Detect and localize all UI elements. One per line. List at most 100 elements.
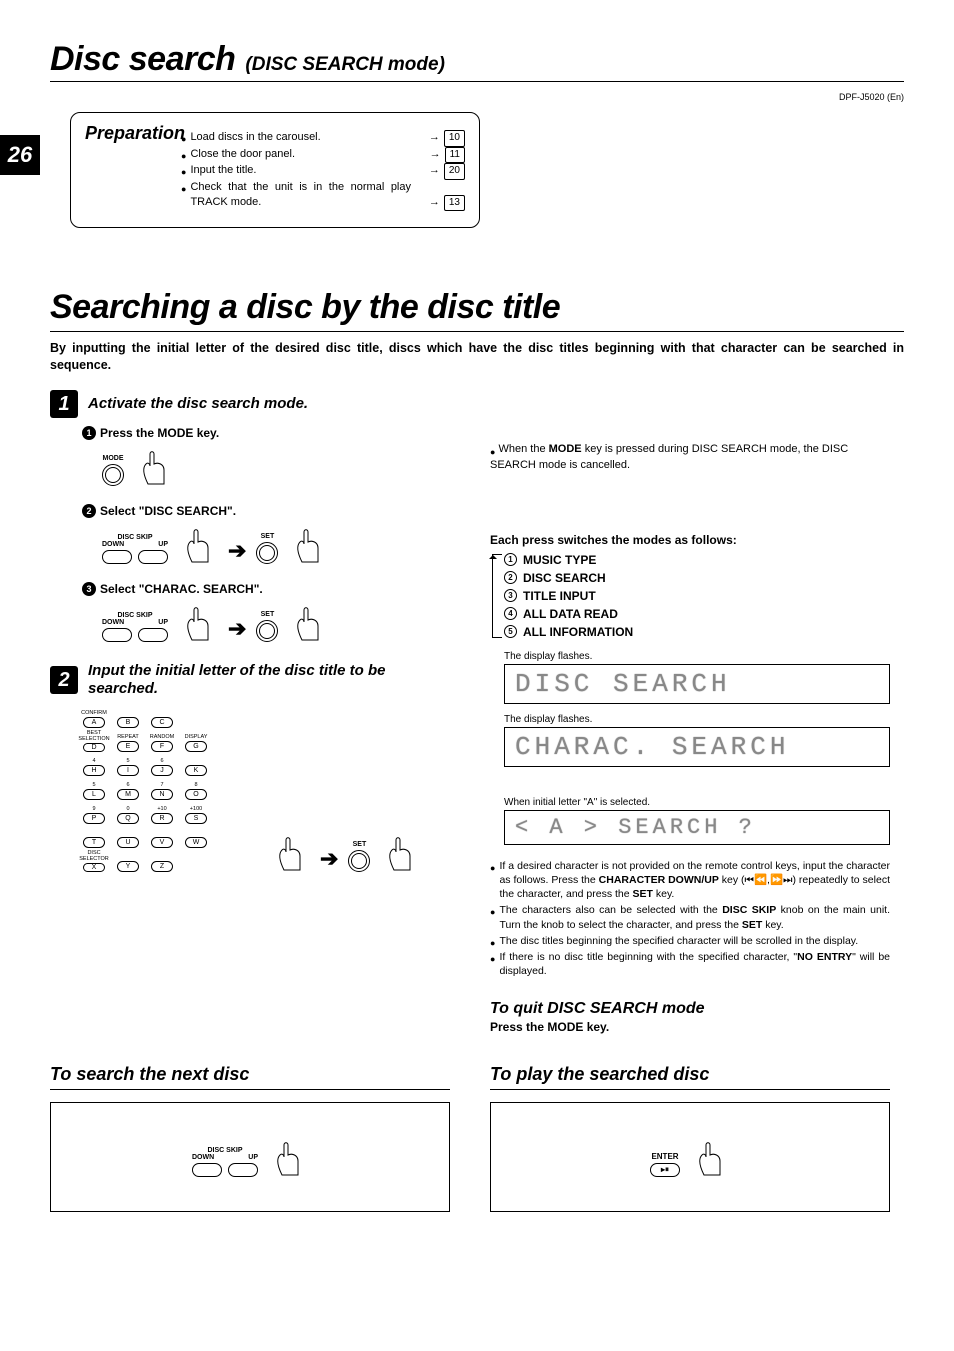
preparation-box: Preparation ●Load discs in the carousel.… [70,112,480,228]
down-label: DOWN [102,619,124,626]
keypad-key: T [80,828,108,848]
tip-text: If there is no disc title beginning with… [499,950,890,978]
set-button-art: SET [348,841,370,872]
button-label: SET [261,611,275,618]
group-label: DISC SKIP [117,534,152,541]
initial-letter-label: When initial letter "A" is selected. [504,797,890,808]
mode-cycle-block: Each press switches the modes as follows… [490,533,890,767]
substep: 2 Select "DISC SEARCH". DISC SKIP DOWNUP… [82,504,450,564]
substep-number: 1 [82,426,96,440]
substep: 1 Press the MODE key. MODE [82,426,450,486]
tip-text: The disc titles beginning the specified … [499,934,858,948]
illustration-box: ENTER ▸⏸ [490,1102,890,1212]
keypad-key: 6J [148,756,176,776]
page-ref: 20 [444,163,465,180]
up-label: UP [248,1154,258,1161]
keypad-key: DISC SELECTORX [80,852,108,872]
down-label: DOWN [192,1154,214,1161]
left-column: 1 Activate the disc search mode. 1 Press… [50,390,450,1034]
group-label: DISC SKIP [117,612,152,619]
up-button-icon [138,550,168,564]
page-title-mode: (DISC SEARCH mode) [245,54,445,76]
substep: 3 Select "CHARAC. SEARCH". DISC SKIP DOW… [82,582,450,642]
search-next-block: To search the next disc DISC SKIP DOWN UP [50,1064,450,1212]
page-ref: 11 [445,147,465,164]
keypad-key: RANDOMF [148,732,176,752]
step-badge: 1 [50,390,78,418]
arrow-icon: → [429,195,440,211]
prep-text: Close the door panel. [190,147,295,163]
keypad-key: 4H [80,756,108,776]
arrow-icon: → [429,163,440,179]
keypad-key: 6M [114,780,142,800]
substep-text: Select "DISC SEARCH". [100,504,236,518]
mode-item: 5ALL INFORMATION [504,623,890,641]
keypad-key: 9P [80,804,108,824]
hand-press-icon [178,524,218,564]
page-ref: 10 [444,130,465,147]
keypad-key: C [148,708,176,728]
button-label: SET [353,841,367,848]
tips-block: ●If a desired character is not provided … [490,859,890,978]
up-label: UP [158,541,168,548]
round-button-icon [102,464,124,486]
down-button-icon [192,1163,222,1177]
mode-item: 3TITLE INPUT [504,587,890,605]
lcd-display: < A > SEARCH ? [504,810,890,845]
prep-text: Load discs in the carousel. [190,130,320,146]
keypad-key: REPEATE [114,732,142,752]
down-button-icon [102,628,132,642]
tip-text: The characters also can be selected with… [499,903,890,931]
keypad-key: +10R [148,804,176,824]
enter-button-art: ENTER ▸⏸ [650,1152,680,1177]
model-label: DPF-J5020 (En) [50,92,904,102]
quit-body: Press the MODE key. [490,1020,890,1034]
button-label: ENTER [651,1152,678,1161]
up-button-icon [228,1163,258,1177]
play-pause-icon: ▸⏸ [650,1163,680,1177]
modes-title: Each press switches the modes as follows… [490,533,890,547]
round-button-icon [348,850,370,872]
arrow-icon: → [429,130,440,146]
keypad-key: +100S [182,804,210,824]
keypad-key: 8O [182,780,210,800]
up-button-icon [138,628,168,642]
arrow-icon: → [430,147,441,163]
hand-press-icon [178,602,218,642]
lcd-display: CHARAC. SEARCH [504,727,890,767]
page: 26 Disc search (DISC SEARCH mode) DPF-J5… [0,0,954,1351]
keypad-key [182,852,210,872]
step-1-header: 1 Activate the disc search mode. [50,390,450,418]
hand-press-icon [690,1137,730,1177]
keypad-key: 5L [80,780,108,800]
round-button-icon [256,542,278,564]
prep-text: Input the title. [190,163,256,179]
page-number-tab: 26 [0,135,40,175]
arrow-right-icon: ➔ [320,846,338,872]
down-label: DOWN [102,541,124,548]
group-label: DISC SKIP [207,1147,242,1154]
mode-item: 4ALL DATA READ [504,605,890,623]
play-searched-block: To play the searched disc ENTER ▸⏸ [490,1064,890,1212]
block-title: To search the next disc [50,1064,450,1085]
keypad-key: CONFIRMA [80,708,108,728]
page-title: Disc search [50,40,235,79]
down-button-icon [102,550,132,564]
substep-text: Press the MODE key. [100,426,219,440]
prep-text: Check that the unit is in the normal pla… [190,180,411,212]
lcd-display: DISC SEARCH [504,664,890,704]
right-column: ● When the MODE key is pressed during DI… [490,390,890,1034]
substep-text: Select "CHARAC. SEARCH". [100,582,263,596]
mode-item: 1MUSIC TYPE [504,551,890,569]
hand-press-icon [270,832,310,872]
hand-press-icon [288,602,328,642]
hand-press-icon [288,524,328,564]
set-button-art: SET [256,533,278,564]
hand-press-icon [380,832,420,872]
keypad-key: B [114,708,142,728]
flash-label: The display flashes. [504,714,890,725]
keypad-art: CONFIRMABCBEST SELECTIONDREPEATERANDOMFD… [80,708,450,872]
flash-label: The display flashes. [504,651,890,662]
mode-button-art: MODE [102,455,124,486]
keypad-key: Y [114,852,142,872]
